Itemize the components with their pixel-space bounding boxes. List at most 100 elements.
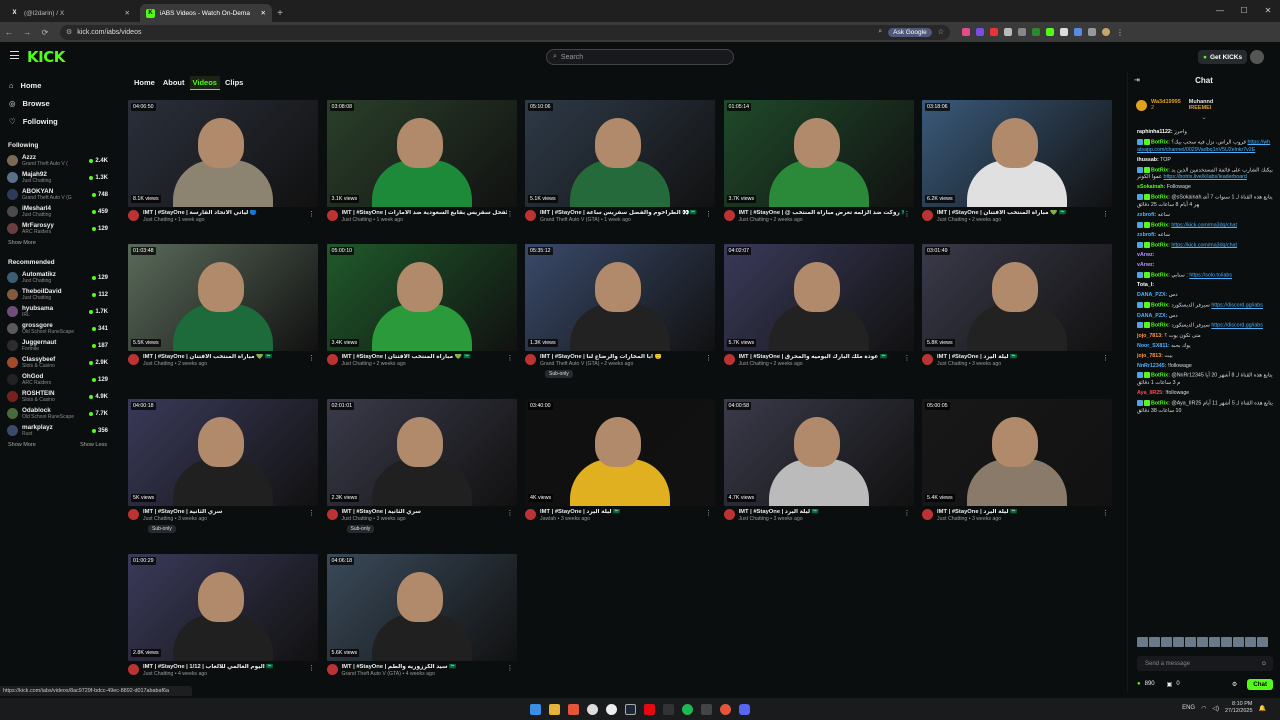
more-options-icon[interactable]: ⋮	[705, 354, 712, 362]
emote-icon[interactable]	[1197, 637, 1208, 647]
chat-username[interactable]: zxbroft:	[1137, 212, 1156, 218]
chat-username[interactable]: jojo_7813:	[1137, 353, 1163, 359]
channel-avatar[interactable]	[922, 210, 933, 221]
browser-tab-kick[interactable]: K iABS Videos - Watch On-Dema ✕	[140, 4, 272, 22]
channel-avatar[interactable]	[326, 354, 338, 365]
kick-logo[interactable]: KICK	[27, 48, 65, 66]
file-explorer-icon[interactable]	[549, 703, 560, 715]
more-options-icon[interactable]: ⋮	[308, 664, 315, 672]
channel-avatar[interactable]	[525, 354, 536, 365]
extension-icon[interactable]	[1004, 28, 1012, 36]
channel-avatar[interactable]	[723, 354, 735, 365]
sidebar-channel[interactable]: markplayz Rust 356	[0, 422, 115, 439]
chat-username[interactable]: BotRix:	[1151, 167, 1170, 173]
video-thumbnail[interactable]: 04:02:07 5.7K views	[723, 244, 914, 351]
ask-google-button[interactable]: Ask Google	[888, 27, 932, 37]
maximize-icon[interactable]: ☐	[1232, 0, 1256, 20]
bookmark-star-icon[interactable]: ☆	[938, 28, 944, 36]
chat-username[interactable]: Noor_SX811:	[1137, 343, 1170, 349]
chat-input[interactable]: Send a message ☺	[1137, 656, 1273, 671]
video-thumbnail[interactable]: 05:35:12 1.3K views	[525, 244, 715, 351]
clock[interactable]: 8:10 PM 27/12/2025	[1225, 701, 1253, 715]
tab-about[interactable]: About	[160, 76, 188, 90]
avatar[interactable]	[1250, 50, 1264, 64]
extension-icon[interactable]	[976, 28, 984, 36]
video-category[interactable]: Just Chatting	[937, 516, 967, 522]
sidebar-item-following[interactable]: ♡ Following	[0, 112, 115, 130]
video-title[interactable]: IMT | #StayOne | الفحل سفريس بقابع السعو…	[342, 210, 507, 216]
chat-username[interactable]: BotRix:	[1151, 222, 1170, 228]
video-category[interactable]: Just Chatting	[739, 217, 769, 223]
search-input[interactable]: ⌕ Search	[546, 49, 734, 65]
video-card[interactable]: 05:10:06 5.1K views IMT | #StayOne | الطرا…	[525, 100, 715, 223]
video-thumbnail[interactable]: 03:08:08 3.1K views	[326, 100, 517, 207]
github-icon[interactable]	[606, 703, 617, 715]
forward-icon[interactable]: →	[18, 28, 36, 37]
video-thumbnail[interactable]: 04:00:18 5K views	[128, 399, 318, 506]
chat-username[interactable]: BotRix:	[1151, 400, 1170, 406]
start-icon[interactable]	[530, 703, 541, 715]
emote-icon[interactable]	[1233, 637, 1244, 647]
video-card[interactable]: 03:18:06 6.2K views IMT | #StayOne | مبارا…	[922, 100, 1112, 223]
chat-username[interactable]: zxbroft:	[1137, 232, 1156, 238]
sidebar-channel[interactable]: MrFarosyy ARC Raiders 129	[0, 220, 115, 237]
chat-username[interactable]: BotRix:	[1151, 195, 1170, 201]
more-options-icon[interactable]: ⋮	[904, 509, 911, 517]
more-options-icon[interactable]: ⋮	[308, 509, 315, 517]
video-thumbnail[interactable]: 04:00:58 4.7K views	[723, 399, 914, 506]
browser-tab-x[interactable]: X (@l2darin) / X ✕	[4, 4, 136, 22]
channel-avatar[interactable]	[128, 354, 139, 365]
chat-link[interactable]: https://kick.com/ma3dq/chat	[1171, 242, 1237, 248]
video-thumbnail[interactable]: 03:01:49 5.8K views	[922, 244, 1112, 351]
video-title[interactable]: IMT | #StayOne | لياتي الاتحاد القارسة 🔵	[143, 210, 308, 216]
video-category[interactable]: Just Chatting	[342, 516, 372, 522]
tab-close-icon[interactable]: ✕	[125, 9, 130, 17]
video-category[interactable]: Grand Theft Auto V (GTA)	[342, 671, 402, 677]
chat-link[interactable]: https://discord.gg/iabs	[1211, 323, 1263, 329]
video-thumbnail[interactable]: 03:18:06 6.2K views	[922, 100, 1112, 207]
video-thumbnail[interactable]: 04:06:50 8.1K views	[128, 100, 318, 207]
site-info-icon[interactable]: ⚙	[66, 28, 72, 36]
video-title[interactable]: IMT | #StayOne | ابا المخارات والرضاع لن…	[540, 354, 705, 360]
video-thumbnail[interactable]: 05:00:10 3.4K views	[326, 244, 517, 351]
url-field[interactable]: ⚙ kick.com/iabs/videos ⌕ Ask Google ☆	[60, 24, 950, 40]
profile-icon[interactable]	[1102, 28, 1110, 36]
sidebar-channel[interactable]: Automatikz Just Chatting 129	[0, 269, 115, 286]
channel-avatar[interactable]	[326, 210, 338, 221]
emote-icon[interactable]	[1209, 637, 1220, 647]
more-options-icon[interactable]: ⋮	[1102, 354, 1109, 362]
channel-avatar[interactable]	[723, 210, 735, 221]
video-category[interactable]: Just Chatting	[143, 671, 173, 677]
video-title[interactable]: IMT | #StayOne | ليلة اليرد 🇸🇦	[540, 509, 705, 515]
channel-avatar[interactable]	[525, 509, 536, 520]
chat-username[interactable]: BotRix:	[1151, 303, 1170, 309]
video-card[interactable]: 02:01:01 2.3K views IMT | #StayOne | سري ا…	[326, 399, 517, 533]
sidebar-channel[interactable]: ROSHTEIN Slots & Casino 4.9K	[0, 388, 115, 405]
more-options-icon[interactable]: ⋮	[705, 509, 712, 517]
chat-username[interactable]: BotRix:	[1151, 242, 1170, 248]
collapse-chat-icon[interactable]: ⇥	[1134, 76, 1140, 84]
emote-icon[interactable]	[1161, 637, 1172, 647]
channel-avatar[interactable]	[525, 210, 536, 221]
close-window-icon[interactable]: ✕	[1256, 0, 1280, 20]
points-balance[interactable]: 0	[1176, 681, 1179, 687]
video-card[interactable]: 04:00:18 5K views IMT | #StayOne | سري الث…	[128, 399, 318, 533]
tab-videos[interactable]: Videos	[189, 76, 220, 90]
sidebar-channel[interactable]: ABOKYAN Grand Theft Auto V (G 748	[0, 186, 115, 203]
video-card[interactable]: 01:00:29 2.8K views IMT | #StayOne | 1/12 …	[128, 554, 318, 677]
app-icon[interactable]	[701, 703, 712, 715]
video-category[interactable]: Just Chatting	[739, 516, 769, 522]
volume-icon[interactable]: ◁)	[1212, 705, 1219, 712]
video-category[interactable]: Just Chatting	[143, 217, 173, 223]
sidebar-channel[interactable]: TheboiIDavid Just Chatting 112	[0, 286, 115, 303]
show-more-following[interactable]: Show More	[0, 237, 115, 249]
chat-username[interactable]: NnRr12345:	[1137, 363, 1166, 369]
video-card[interactable]: 03:08:08 3.1K views IMT | #StayOne | الفحل…	[326, 100, 517, 223]
chat-username[interactable]: DANA_PZX:	[1137, 292, 1167, 298]
sidebar-channel[interactable]: grossgore Old School RuneScape 341	[0, 320, 115, 337]
chat-username[interactable]: BotRix:	[1151, 273, 1170, 279]
emote-icon[interactable]	[1257, 637, 1268, 647]
sidebar-item-browse[interactable]: ◎ Browse	[0, 94, 115, 112]
video-thumbnail[interactable]: 05:10:06 5.1K views	[525, 100, 715, 207]
video-title[interactable]: IMT | #StayOne | @ روكت ضد الزلمه تعرض م…	[739, 210, 904, 216]
